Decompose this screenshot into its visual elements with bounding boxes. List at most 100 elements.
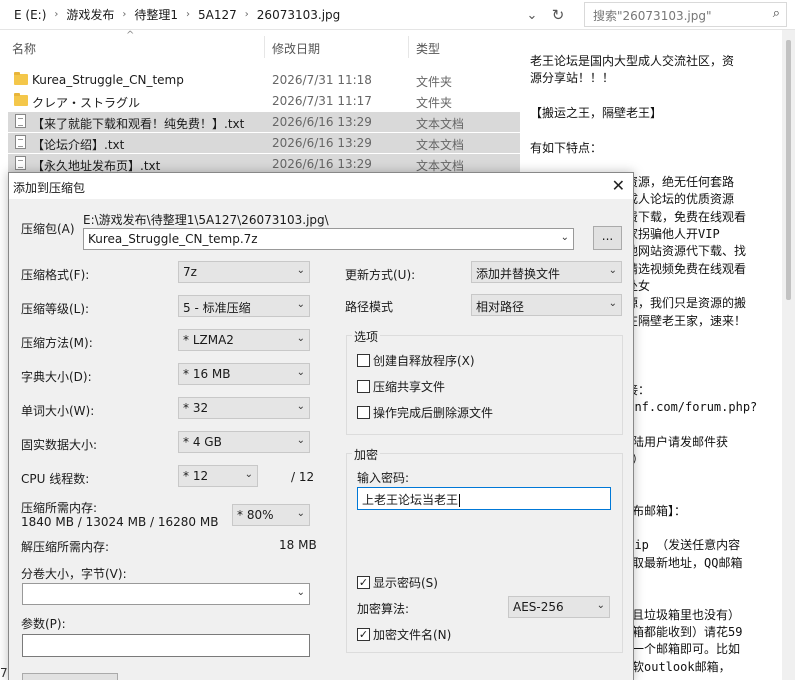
refresh-icon[interactable]: ↻ (546, 3, 570, 27)
chevron-down-icon[interactable]: ⌄ (520, 3, 544, 27)
compress-shared-checkbox[interactable]: 压缩共享文件 (357, 378, 445, 395)
path-mode-combo[interactable]: 相对路径 ⌄ (471, 294, 622, 316)
decompress-memory-value: 18 MB (279, 538, 317, 552)
solid-size-label: 固实数据大小: (21, 438, 98, 452)
preview-line: 获取最新地址，QQ邮箱 (620, 555, 743, 570)
cpu-threads-combo[interactable]: * 12 ⌄ (178, 465, 258, 487)
chevron-right-icon: › (54, 9, 59, 20)
file-name: 【论坛介绍】.txt (32, 138, 125, 152)
chevron-down-icon: ⌄ (296, 367, 305, 378)
algorithm-label: 加密算法: (357, 602, 410, 616)
file-row[interactable]: 【来了就能下载和观看！纯免费！】.txt 2026/6/16 13:29 文本文… (8, 112, 520, 132)
password-label: 输入密码: (357, 471, 410, 485)
algorithm-combo[interactable]: AES-256 ⌄ (508, 596, 610, 618)
memory-values: 1840 MB / 13024 MB / 16280 MB (21, 515, 219, 529)
split-label: 分卷大小，字节(V): (21, 567, 127, 581)
dictionary-label: 字典大小(D): (21, 370, 92, 384)
format-value: 7z (183, 265, 197, 279)
file-date: 2026/7/31 11:18 (272, 73, 372, 87)
preview-line: 在隔壁老王家，速来！ (626, 313, 747, 328)
word-size-combo[interactable]: * 32 ⌄ (178, 397, 310, 419)
column-divider[interactable] (264, 36, 265, 58)
compress-shared-label: 压缩共享文件 (373, 380, 446, 394)
file-name: 【来了就能下载和观看！纯免费！】.txt (32, 117, 245, 131)
file-date: 2026/6/16 13:29 (272, 157, 372, 171)
checkbox-box (357, 380, 370, 393)
update-mode-combo[interactable]: 添加并替换文件 ⌄ (471, 261, 622, 283)
archive-name-combo[interactable]: Kurea_Struggle_CN_temp.7z ⌄ (83, 228, 574, 250)
breadcrumb-folder[interactable]: 游戏发布 (64, 6, 116, 23)
breadcrumb-drive[interactable]: E (E:) (12, 8, 48, 22)
breadcrumb-current[interactable]: 26073103.jpg (255, 8, 342, 22)
file-name: Kurea_Struggle_CN_temp (32, 73, 184, 87)
level-combo[interactable]: 5 - 标准压缩 ⌄ (178, 295, 310, 317)
chevron-down-icon: ⌄ (296, 333, 305, 344)
breadcrumb: E (E:) › 游戏发布 › 待整理1 › 5A127 › 26073103.… (12, 6, 342, 23)
preview-line: 微软outlook邮箱， (620, 659, 731, 674)
browse-button[interactable]: ... (593, 226, 622, 250)
checkbox-box (357, 354, 370, 367)
create-sfx-checkbox[interactable]: 创建自释放程序(X) (357, 352, 475, 369)
word-size-label: 单词大小(W): (21, 404, 95, 418)
split-combo[interactable]: ⌄ (22, 583, 310, 605)
search-icon: ⌕ (772, 6, 780, 21)
memory-percent-combo[interactable]: * 80% ⌄ (232, 504, 310, 526)
params-input[interactable] (22, 634, 310, 657)
dictionary-combo[interactable]: * 16 MB ⌄ (178, 363, 310, 385)
update-mode-value: 添加并替换文件 (476, 267, 561, 281)
close-icon[interactable]: ✕ (612, 176, 625, 195)
solid-size-combo[interactable]: * 4 GB ⌄ (178, 431, 310, 453)
column-header-date[interactable]: 修改日期 (272, 40, 320, 57)
breadcrumb-folder[interactable]: 5A127 (196, 8, 239, 22)
preview-line: 费下载，免费在线观看 (626, 209, 747, 224)
checkbox-box (357, 406, 370, 419)
folder-icon (14, 72, 28, 85)
delete-after-checkbox[interactable]: 操作完成后删除源文件 (357, 404, 493, 421)
address-bar[interactable]: E (E:) › 游戏发布 › 待整理1 › 5A127 › 26073103.… (0, 0, 795, 30)
chevron-down-icon: ⌄ (608, 298, 617, 309)
level-value: 5 - 标准压缩 (183, 301, 251, 315)
file-row[interactable]: Kurea_Struggle_CN_temp 2026/7/31 11:18 文… (8, 70, 520, 90)
password-input[interactable]: 上老王论坛当老王 (357, 487, 611, 510)
solid-size-value: * 4 GB (183, 435, 222, 449)
breadcrumb-folder[interactable]: 待整理1 (132, 6, 180, 23)
encrypt-names-checkbox[interactable]: ✓ 加密文件名(N) (357, 626, 451, 643)
preview-line: 资源，绝无任何套路 (626, 175, 735, 190)
chevron-right-icon: › (122, 9, 127, 20)
text-file-icon (15, 156, 26, 170)
chevron-down-icon: ⌄ (296, 401, 305, 412)
file-row[interactable]: 【永久地址发布页】.txt 2026/6/16 13:29 文本文档 (8, 154, 520, 174)
search-input[interactable]: 搜索"26073103.jpg" ⌕ (584, 2, 787, 27)
scrollbar-thumb[interactable] (786, 40, 791, 300)
preview-line: 源，我们只是资源的搬 (626, 296, 747, 311)
preview-line: （且垃圾箱里也没有） (620, 607, 741, 622)
status-count: 7 (0, 666, 8, 680)
method-value: * LZMA2 (183, 333, 234, 347)
chevron-down-icon: ⌄ (560, 232, 569, 243)
column-header-name[interactable]: 名称 (12, 40, 36, 57)
file-type: 文件夹 (416, 75, 453, 89)
chevron-down-icon: ⌄ (296, 587, 305, 598)
format-combo[interactable]: 7z ⌄ (178, 261, 310, 283)
preview-line: 源分享站！！！ (530, 71, 615, 86)
format-label: 压缩格式(F): (21, 268, 90, 282)
file-row[interactable]: 【论坛介绍】.txt 2026/6/16 13:29 文本文档 (8, 133, 520, 153)
action-button[interactable] (22, 673, 118, 680)
word-size-value: * 32 (183, 401, 209, 415)
path-mode-value: 相对路径 (476, 300, 525, 314)
search-placeholder: 搜索"26073103.jpg" (593, 9, 712, 23)
file-row[interactable]: クレア・ストラグル 2026/7/31 11:17 文件夹 (8, 91, 520, 111)
method-combo[interactable]: * LZMA2 ⌄ (178, 329, 310, 351)
path-mode-label: 路径模式 (345, 300, 394, 314)
cpu-threads-value: * 12 (183, 469, 209, 483)
column-header-type[interactable]: 类型 (416, 40, 440, 57)
file-type: 文本文档 (416, 138, 465, 152)
dialog-titlebar[interactable]: 添加到压缩包 ✕ (9, 173, 633, 199)
preview-line: 大陆用户请发邮件获 (620, 434, 729, 449)
chevron-down-icon: ⌄ (296, 299, 305, 310)
show-password-checkbox[interactable]: ✓ 显示密码(S) (357, 574, 438, 591)
dialog-title: 添加到压缩包 (13, 181, 86, 195)
cpu-threads-label: CPU 线程数: (21, 472, 90, 486)
check-icon: ✓ (357, 628, 370, 641)
column-divider[interactable] (408, 36, 409, 58)
